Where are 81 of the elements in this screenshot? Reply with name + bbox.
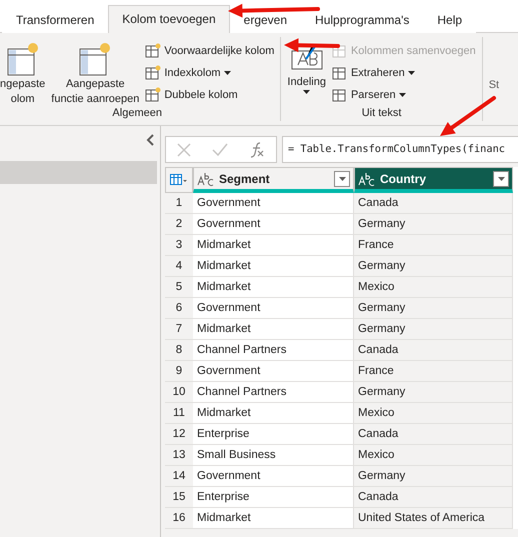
table-cell: Midmarket <box>193 508 354 529</box>
ribbon-large-button[interactable]: Aangepaste functie aanroepen <box>51 41 140 107</box>
table-cell: Germany <box>354 319 513 340</box>
row-number: 13 <box>165 445 193 466</box>
row-number: 8 <box>165 340 193 361</box>
table-cell: Government <box>193 466 354 487</box>
annotation-arrow <box>440 96 496 136</box>
ribbon-tab[interactable]: Transformeren <box>2 6 108 33</box>
row-number: 16 <box>165 508 193 529</box>
table-cell: Canada <box>354 424 513 445</box>
row-number: 6 <box>165 298 193 319</box>
row-number: 15 <box>165 487 193 508</box>
table-cell: United States of America <box>354 508 513 529</box>
ribbon-small-button[interactable]: Voorwaardelijke kolom <box>145 41 274 61</box>
table-cell: Channel Partners <box>193 382 354 403</box>
table-cell: Midmarket <box>193 277 354 298</box>
row-number: 1 <box>165 193 193 214</box>
collapse-button[interactable] <box>146 134 154 146</box>
table-cell: Germany <box>354 466 513 487</box>
annotation-arrow <box>284 38 340 52</box>
group-label: St <box>488 79 500 93</box>
table-cell: Germany <box>354 298 513 319</box>
ribbon-large-button[interactable]: ngepaste olom <box>0 41 46 107</box>
table-cell: Canada <box>354 340 513 361</box>
ribbon-small-button[interactable]: Indexkolom <box>145 63 274 83</box>
caret-icon <box>408 71 415 75</box>
row-number: 9 <box>165 361 193 382</box>
row-number: 2 <box>165 214 193 235</box>
table-cell: Small Business <box>193 445 354 466</box>
row-number: 10 <box>165 382 193 403</box>
table-cell: Mexico <box>354 403 513 424</box>
table-cell: Enterprise <box>193 424 354 445</box>
caret-icon <box>498 176 504 180</box>
table-cell: Channel Partners <box>193 340 354 361</box>
table-cell: Germany <box>354 214 513 235</box>
text-type-icon <box>358 172 376 186</box>
row-number: 7 <box>165 319 193 340</box>
row-number: 3 <box>165 235 193 256</box>
table-cell: France <box>354 235 513 256</box>
table-cell: Midmarket <box>193 256 354 277</box>
group-label: Algemeen <box>111 107 163 121</box>
table-cell: France <box>354 361 513 382</box>
table-menu-button[interactable] <box>165 167 193 193</box>
row-number: 14 <box>165 466 193 487</box>
filter-button[interactable] <box>493 170 509 186</box>
formula-field[interactable]: = Table.TransformColumnTypes(financ <box>282 136 518 163</box>
filter-button[interactable] <box>334 170 350 186</box>
table-cell: Canada <box>354 193 513 214</box>
function-icon[interactable] <box>249 142 266 158</box>
row-number: 5 <box>165 277 193 298</box>
table-cell: Mexico <box>354 445 513 466</box>
table-cell: Germany <box>354 382 513 403</box>
ribbon-tab[interactable]: Kolom toevoegen <box>108 5 230 33</box>
ribbon-small-button[interactable]: Parseren <box>332 85 476 105</box>
table-cell: Midmarket <box>193 403 354 424</box>
table-cell: Government <box>193 361 354 382</box>
table-icon <box>170 174 188 186</box>
group-label: Uit tekst <box>360 107 402 121</box>
column-header[interactable]: Segment <box>193 167 354 193</box>
table-cell: Government <box>193 193 354 214</box>
table-cell: Mexico <box>354 277 513 298</box>
row-number: 12 <box>165 424 193 445</box>
table-cell: Canada <box>354 487 513 508</box>
ribbon-small-button[interactable]: Dubbele kolom <box>145 85 274 105</box>
table-cell: Midmarket <box>193 235 354 256</box>
caret-icon <box>338 176 346 180</box>
table-cell: Midmarket <box>193 319 354 340</box>
table-icon <box>6 41 40 77</box>
table-cell: Enterprise <box>193 487 354 508</box>
text-type-icon <box>197 172 215 186</box>
ribbon-small-button[interactable]: Extraheren <box>332 63 476 83</box>
column-header[interactable]: Country <box>354 167 513 193</box>
table-cell: Government <box>193 298 354 319</box>
caret-icon <box>224 71 231 75</box>
caret-icon <box>398 93 406 97</box>
table-cell: Government <box>193 214 354 235</box>
check-icon[interactable] <box>212 142 228 156</box>
row-number: 11 <box>165 403 193 424</box>
caret-icon <box>303 90 310 94</box>
table-cell: Germany <box>354 256 513 277</box>
row-number: 4 <box>165 256 193 277</box>
